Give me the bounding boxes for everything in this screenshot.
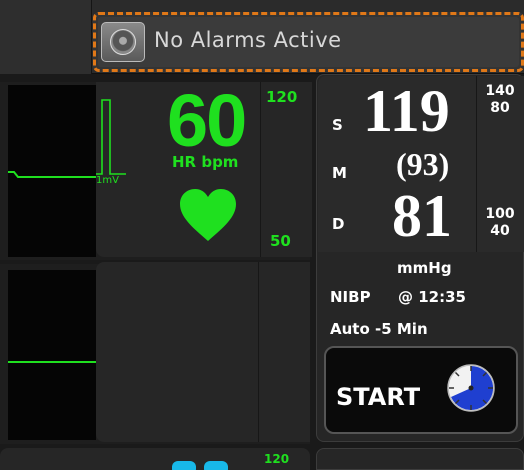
heart-rate-label: HR bpm bbox=[172, 153, 239, 171]
nibp-measurement-time: @ 12:35 bbox=[398, 288, 466, 306]
hr-limits-panel[interactable] bbox=[260, 82, 312, 257]
map-value: (93) bbox=[396, 146, 450, 182]
hr-upper-limit: 120 bbox=[266, 88, 298, 106]
diastolic-lower-limit: 40 bbox=[490, 223, 510, 239]
secondary-limits-panel[interactable] bbox=[258, 262, 310, 442]
bottom-right-panel[interactable] bbox=[316, 448, 524, 470]
heart-rate-value: 60 bbox=[167, 79, 247, 162]
diastolic-value: 81 bbox=[392, 183, 452, 249]
ecg-waveform bbox=[8, 171, 96, 178]
nibp-unit: mmHg bbox=[397, 259, 452, 277]
ecg-waveform-area bbox=[8, 85, 96, 257]
systolic-value: 119 bbox=[363, 78, 450, 144]
bottom-parameter-value bbox=[168, 456, 238, 470]
diastolic-label: D bbox=[332, 215, 345, 233]
top-bar-left-area bbox=[0, 0, 92, 74]
systolic-label: S bbox=[332, 116, 343, 134]
alarm-status-text: No Alarms Active bbox=[154, 28, 342, 52]
hr-lower-limit: 50 bbox=[270, 232, 291, 250]
nibp-label: NIBP bbox=[330, 288, 371, 306]
secondary-waveform bbox=[8, 361, 96, 363]
start-button-label: START bbox=[336, 383, 421, 411]
timer-icon bbox=[447, 364, 495, 412]
systolic-lower-limit: 80 bbox=[490, 100, 510, 116]
heart-icon bbox=[180, 189, 236, 241]
ecg-scale-label: 1mV bbox=[96, 175, 119, 186]
bottom-limit-value: 120 bbox=[264, 452, 290, 466]
alarm-icon-dial bbox=[110, 29, 136, 55]
nibp-auto-interval[interactable]: Auto -5 Min bbox=[330, 320, 428, 338]
diastolic-upper-limit: 100 bbox=[485, 206, 515, 222]
systolic-upper-limit: 140 bbox=[485, 83, 515, 99]
secondary-parameter-panel[interactable] bbox=[96, 262, 258, 442]
map-label: M bbox=[332, 164, 347, 182]
secondary-waveform-area bbox=[8, 270, 96, 440]
bottom-value-glyphs bbox=[172, 461, 228, 470]
